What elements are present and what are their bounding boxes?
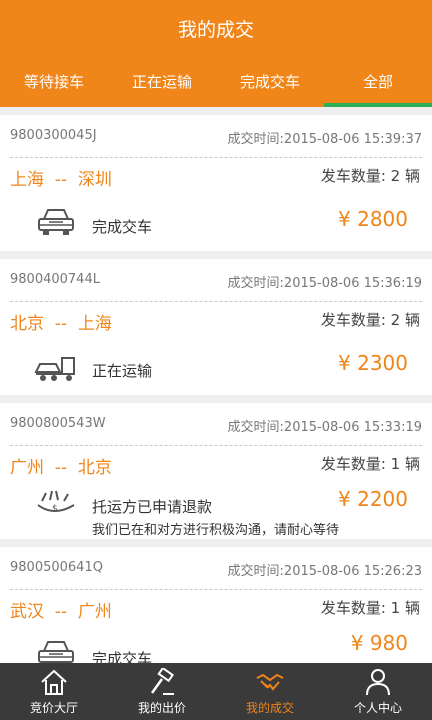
order-price: ¥ 2800 bbox=[338, 207, 408, 231]
order-header: 9800300045J 成交时间:2015-08-06 15:39:37 bbox=[10, 115, 422, 158]
person-icon bbox=[366, 669, 390, 696]
nav-label: 我的成交 bbox=[245, 701, 294, 715]
vehicle-count: 发车数量: 2 辆 bbox=[320, 167, 420, 185]
nav-my-deals[interactable]: 我的成交 bbox=[216, 663, 324, 720]
tab-delivered[interactable]: 完成交车 bbox=[216, 60, 324, 104]
deal-time: 成交时间:2015-08-06 15:39:37 bbox=[227, 132, 422, 147]
order-number: 9800500641Q bbox=[10, 560, 103, 575]
order-status: 托运方已申请退款 bbox=[92, 498, 213, 516]
bottom-nav: 竞价大厅 我的出价 我的成交 个人中心 bbox=[0, 663, 432, 720]
refund-icon: $ bbox=[37, 490, 75, 514]
order-card[interactable]: 9800500641Q 成交时间:2015-08-06 15:26:23 武汉 … bbox=[0, 547, 432, 663]
car-icon bbox=[38, 209, 74, 235]
order-header: 9800800543W 成交时间:2015-08-06 15:33:19 bbox=[10, 403, 422, 446]
deal-time: 成交时间:2015-08-06 15:33:19 bbox=[227, 420, 422, 435]
nav-label: 竞价大厅 bbox=[29, 701, 78, 715]
deal-time: 成交时间:2015-08-06 15:26:23 bbox=[227, 564, 422, 579]
nav-bidding-hall[interactable]: 竞价大厅 bbox=[0, 663, 108, 720]
order-price: ¥ 2300 bbox=[338, 351, 408, 375]
nav-my-bids[interactable]: 我的出价 bbox=[108, 663, 216, 720]
gavel-icon bbox=[150, 668, 175, 695]
nav-profile[interactable]: 个人中心 bbox=[324, 663, 432, 720]
app-header: 我的成交 等待接车 正在运输 完成交车 全部 bbox=[0, 0, 432, 107]
home-icon bbox=[41, 669, 67, 695]
vehicle-count: 发车数量: 2 辆 bbox=[320, 311, 420, 329]
route: 北京 -- 上海 bbox=[10, 314, 112, 334]
order-number: 9800800543W bbox=[10, 416, 106, 431]
nav-label: 我的出价 bbox=[137, 701, 186, 715]
order-price: ¥ 2200 bbox=[338, 487, 408, 511]
order-number: 9800400744L bbox=[10, 272, 100, 287]
svg-text:$: $ bbox=[52, 504, 58, 514]
tab-in-transit[interactable]: 正在运输 bbox=[108, 60, 216, 104]
route: 上海 -- 深圳 bbox=[10, 170, 112, 190]
order-card[interactable]: 9800400744L 成交时间:2015-08-06 15:36:19 北京 … bbox=[0, 259, 432, 395]
order-card[interactable]: 9800300045J 成交时间:2015-08-06 15:39:37 上海 … bbox=[0, 115, 432, 251]
order-number: 9800300045J bbox=[10, 128, 97, 143]
route: 广州 -- 北京 bbox=[10, 458, 112, 478]
tab-all[interactable]: 全部 bbox=[324, 60, 432, 104]
order-header: 9800500641Q 成交时间:2015-08-06 15:26:23 bbox=[10, 547, 422, 590]
status-tabs: 等待接车 正在运输 完成交车 全部 bbox=[0, 60, 432, 104]
truck-icon bbox=[34, 357, 75, 381]
order-header: 9800400744L 成交时间:2015-08-06 15:36:19 bbox=[10, 259, 422, 302]
order-status-note: 我们已在和对方进行积极沟通，请耐心等待 bbox=[92, 523, 340, 538]
order-card[interactable]: 9800800543W 成交时间:2015-08-06 15:33:19 广州 … bbox=[0, 403, 432, 539]
order-list[interactable]: 9800300045J 成交时间:2015-08-06 15:39:37 上海 … bbox=[0, 107, 432, 663]
page-title: 我的成交 bbox=[177, 19, 254, 41]
route: 武汉 -- 广州 bbox=[10, 602, 112, 622]
car-icon bbox=[38, 641, 74, 663]
order-status: 完成交车 bbox=[92, 650, 153, 663]
vehicle-count: 发车数量: 1 辆 bbox=[320, 599, 420, 617]
deal-time: 成交时间:2015-08-06 15:36:19 bbox=[227, 276, 422, 291]
order-status: 正在运输 bbox=[92, 362, 153, 380]
order-price: ¥ 980 bbox=[350, 631, 408, 655]
nav-label: 个人中心 bbox=[353, 701, 402, 715]
order-status: 完成交车 bbox=[92, 218, 153, 236]
handshake-icon bbox=[256, 673, 284, 691]
tab-waiting-pickup[interactable]: 等待接车 bbox=[0, 60, 108, 104]
vehicle-count: 发车数量: 1 辆 bbox=[320, 455, 420, 473]
